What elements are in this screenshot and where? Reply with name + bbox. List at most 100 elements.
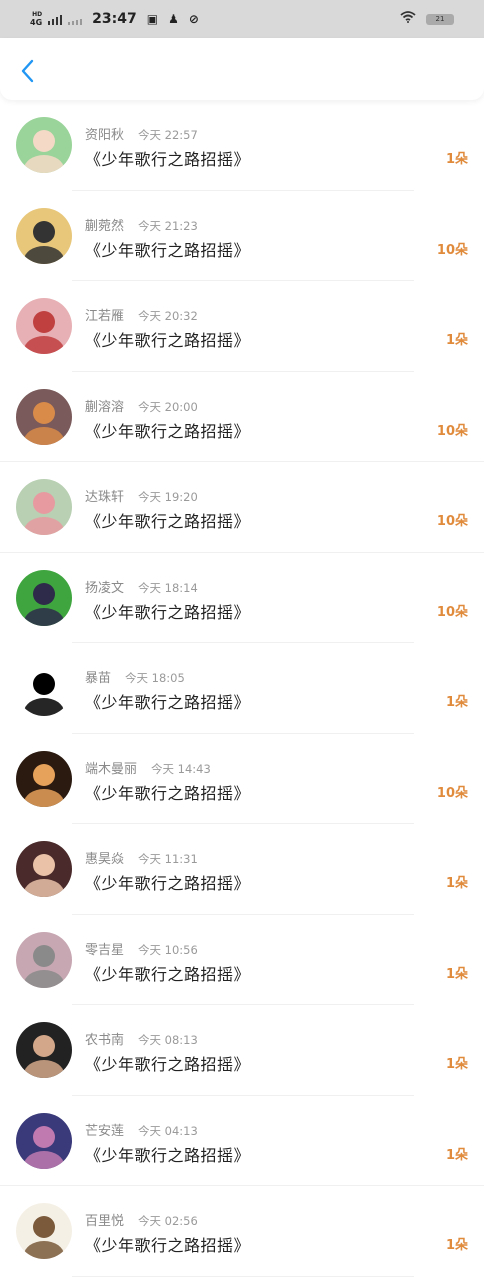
signal-2-icon bbox=[68, 13, 83, 25]
gift-title: 《少年歌行之路招摇》 bbox=[85, 1236, 251, 1255]
name-line: 芒安莲 今天 04:13 bbox=[85, 1120, 198, 1139]
user-name: 蒯菀然 bbox=[85, 218, 125, 234]
name-line: 零吉星 今天 10:56 bbox=[85, 939, 198, 958]
list-item[interactable]: 扬凌文 今天 18:14 《少年歌行之路招摇》 10朵 bbox=[0, 553, 484, 643]
name-line: 达珠轩 今天 19:20 bbox=[85, 486, 198, 505]
divider bbox=[72, 1275, 414, 1277]
user-name: 端木曼丽 bbox=[85, 761, 138, 777]
user-name: 扬凌文 bbox=[85, 580, 125, 596]
user-name: 资阳秋 bbox=[85, 128, 125, 143]
gift-title: 《少年歌行之路招摇》 bbox=[85, 964, 251, 984]
gift-count: 1朵 bbox=[445, 1147, 468, 1163]
gift-count: 10朵 bbox=[436, 604, 468, 620]
user-name: 暴苗 bbox=[85, 671, 112, 686]
timestamp: 今天 10:56 bbox=[138, 942, 198, 957]
gift-count: 10朵 bbox=[436, 242, 468, 258]
list-item[interactable]: 芒安莲 今天 04:13 《少年歌行之路招摇》 1朵 bbox=[0, 1096, 484, 1186]
user-name: 芒安莲 bbox=[85, 1123, 125, 1139]
name-line: 江若雁 今天 20:32 bbox=[85, 305, 198, 324]
name-line: 百里悦 今天 02:56 bbox=[85, 1210, 198, 1229]
list-item[interactable]: 零吉星 今天 10:56 《少年歌行之路招摇》 1朵 bbox=[0, 915, 484, 1005]
avatar[interactable] bbox=[16, 479, 72, 535]
timestamp: 今天 18:14 bbox=[138, 580, 198, 595]
avatar[interactable] bbox=[16, 207, 72, 264]
gift-count: 1朵 bbox=[445, 333, 468, 348]
list-item[interactable]: 农书南 今天 08:13 《少年歌行之路招摇》 1朵 bbox=[0, 1005, 484, 1096]
user-name: 农书南 bbox=[85, 1033, 125, 1048]
gift-count: 1朵 bbox=[445, 1057, 468, 1072]
avatar[interactable] bbox=[16, 117, 72, 173]
gift-count: 10朵 bbox=[436, 423, 468, 439]
network-indicator: HD 4G bbox=[30, 11, 42, 27]
gift-title: 《少年歌行之路招摇》 bbox=[85, 150, 251, 169]
timestamp: 今天 20:32 bbox=[138, 309, 198, 323]
sync-icon: ⊘ bbox=[188, 12, 199, 26]
avatar[interactable] bbox=[16, 660, 72, 716]
signal-icon bbox=[48, 13, 63, 25]
back-button[interactable] bbox=[14, 56, 40, 86]
battery-icon: 21 bbox=[426, 13, 454, 25]
name-line: 蒯菀然 今天 21:23 bbox=[85, 215, 198, 234]
timestamp: 今天 19:20 bbox=[138, 490, 198, 504]
gift-count: 1朵 bbox=[445, 695, 468, 710]
name-line: 农书南 今天 08:13 bbox=[85, 1029, 198, 1048]
wifi-icon bbox=[400, 11, 416, 27]
gift-record-list: 资阳秋 今天 22:57 《少年歌行之路招摇》 1朵 蒯菀然 今天 21:23 《少年歌行之… bbox=[0, 100, 484, 1277]
list-item[interactable]: 蒯菀然 今天 21:23 《少年歌行之路招摇》 10朵 bbox=[0, 191, 484, 281]
list-item[interactable]: 资阳秋 今天 22:57 《少年歌行之路招摇》 1朵 bbox=[0, 100, 484, 191]
gift-title: 《少年歌行之路招摇》 bbox=[85, 240, 251, 260]
user-name: 惠昊焱 bbox=[85, 852, 125, 867]
list-item[interactable]: 暴苗 今天 18:05 《少年歌行之路招摇》 1朵 bbox=[0, 643, 484, 734]
timestamp: 今天 11:31 bbox=[138, 852, 198, 866]
list-item[interactable]: 端木曼丽 今天 14:43 《少年歌行之路招摇》 10朵 bbox=[0, 734, 484, 824]
gift-count: 1朵 bbox=[445, 152, 468, 167]
avatar[interactable] bbox=[16, 1112, 72, 1169]
list-item[interactable]: 江若雁 今天 20:32 《少年歌行之路招摇》 1朵 bbox=[0, 281, 484, 372]
timestamp: 今天 18:05 bbox=[125, 671, 185, 685]
timestamp: 今天 02:56 bbox=[138, 1214, 198, 1228]
gift-count: 10朵 bbox=[436, 514, 468, 529]
avatar[interactable] bbox=[16, 298, 72, 354]
gift-count: 1朵 bbox=[445, 876, 468, 891]
page-header bbox=[0, 38, 484, 100]
list-item[interactable]: 蒯溶溶 今天 20:00 《少年歌行之路招摇》 10朵 bbox=[0, 372, 484, 462]
status-bar: HD 4G 23:47 ▣ ♟ ⊘ 21 bbox=[0, 0, 484, 38]
avatar[interactable] bbox=[16, 841, 72, 897]
timestamp: 今天 04:13 bbox=[138, 1123, 198, 1138]
gift-title: 《少年歌行之路招摇》 bbox=[85, 1055, 251, 1074]
chevron-left-icon bbox=[21, 59, 34, 83]
user-name: 江若雁 bbox=[85, 309, 125, 324]
gift-title: 《少年歌行之路招摇》 bbox=[85, 783, 251, 803]
timestamp: 今天 14:43 bbox=[151, 761, 211, 776]
user-name: 达珠轩 bbox=[85, 490, 125, 505]
timestamp: 今天 21:23 bbox=[138, 218, 198, 233]
timestamp: 今天 20:00 bbox=[138, 399, 198, 414]
avatar[interactable] bbox=[16, 388, 72, 445]
timestamp: 今天 08:13 bbox=[138, 1033, 198, 1047]
name-line: 惠昊焱 今天 11:31 bbox=[85, 848, 198, 867]
list-item[interactable]: 达珠轩 今天 19:20 《少年歌行之路招摇》 10朵 bbox=[0, 462, 484, 553]
user-name: 百里悦 bbox=[85, 1214, 125, 1229]
list-item[interactable]: 百里悦 今天 02:56 《少年歌行之路招摇》 1朵 bbox=[0, 1186, 484, 1277]
gift-title: 《少年歌行之路招摇》 bbox=[85, 512, 251, 531]
gift-title: 《少年歌行之路招摇》 bbox=[85, 693, 251, 712]
avatar[interactable] bbox=[16, 1203, 72, 1259]
timestamp: 今天 22:57 bbox=[138, 128, 198, 142]
gift-title: 《少年歌行之路招摇》 bbox=[85, 421, 251, 441]
name-line: 扬凌文 今天 18:14 bbox=[85, 577, 198, 596]
gift-count: 1朵 bbox=[445, 966, 468, 982]
avatar[interactable] bbox=[16, 931, 72, 988]
list-item[interactable]: 惠昊焱 今天 11:31 《少年歌行之路招摇》 1朵 bbox=[0, 824, 484, 915]
avatar[interactable] bbox=[16, 750, 72, 807]
name-line: 暴苗 今天 18:05 bbox=[85, 667, 185, 686]
gift-title: 《少年歌行之路招摇》 bbox=[85, 331, 251, 350]
avatar[interactable] bbox=[16, 1022, 72, 1078]
gift-count: 1朵 bbox=[445, 1238, 468, 1253]
user-name: 零吉星 bbox=[85, 942, 125, 958]
user-name: 蒯溶溶 bbox=[85, 399, 125, 415]
avatar[interactable] bbox=[16, 569, 72, 626]
nfc-icon: ▣ bbox=[146, 12, 159, 26]
gift-title: 《少年歌行之路招摇》 bbox=[85, 1145, 251, 1165]
name-line: 资阳秋 今天 22:57 bbox=[85, 124, 198, 143]
qq-icon: ♟ bbox=[168, 12, 179, 26]
